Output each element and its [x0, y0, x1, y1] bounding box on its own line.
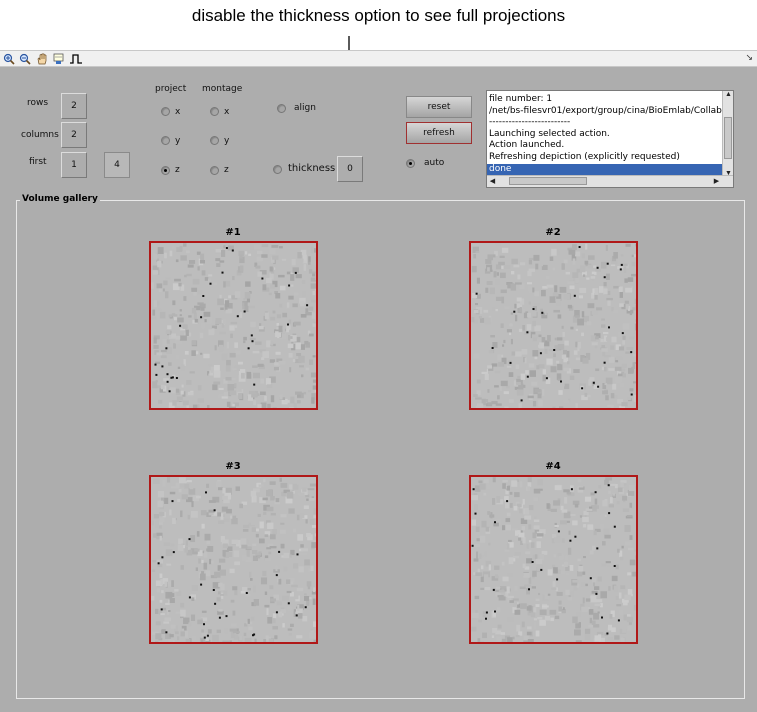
project-x-radio[interactable]: [161, 107, 170, 116]
tile-2-image[interactable]: [469, 241, 638, 410]
micrograph-texture: [151, 477, 316, 642]
figure-toolbar: ↘: [0, 50, 757, 67]
log-horizontal-thumb[interactable]: [509, 177, 587, 185]
reset-button[interactable]: reset: [406, 96, 472, 118]
montage-z-radio[interactable]: [210, 166, 219, 175]
tile-3-image[interactable]: [149, 475, 318, 644]
tile-4-label: #4: [545, 461, 561, 472]
thickness-checkbox[interactable]: [273, 165, 282, 174]
zoom-out-icon[interactable]: [19, 53, 31, 65]
scroll-up-icon[interactable]: ▲: [723, 91, 733, 98]
pan-icon[interactable]: [36, 53, 48, 65]
application-window: ↘ rows 2 columns 2 first 1 4 project x y…: [0, 50, 757, 712]
align-label: align: [294, 103, 316, 113]
log-line: Refreshing depiction (explicitly request…: [489, 151, 680, 162]
montage-header: montage: [202, 84, 243, 94]
scroll-left-icon[interactable]: ◀: [487, 177, 498, 185]
align-checkbox[interactable]: [277, 104, 286, 113]
first-input[interactable]: 1: [61, 152, 87, 178]
project-z-label: z: [175, 165, 180, 175]
log-vertical-scrollbar[interactable]: ▲ ▼: [722, 91, 733, 177]
auto-radio[interactable]: [406, 159, 415, 168]
log-lines: file number: 1 /net/bs-filesvr01/export/…: [487, 94, 732, 176]
tile-1-image[interactable]: [149, 241, 318, 410]
log-line: /net/bs-filesvr01/export/group/cina/BioE…: [489, 105, 732, 116]
rows-label: rows: [27, 98, 49, 108]
montage-x-radio[interactable]: [210, 107, 219, 116]
log-line: Action launched.: [489, 140, 565, 151]
volume-gallery: Volume gallery #1 #2 #3 #4: [16, 194, 745, 699]
tile-3-label: #3: [225, 461, 241, 472]
refresh-button[interactable]: refresh: [406, 122, 472, 144]
project-y-radio[interactable]: [161, 136, 170, 145]
tile-1-label: #1: [225, 227, 241, 238]
thickness-input[interactable]: 0: [337, 156, 363, 182]
log-line: file number: 1: [489, 94, 553, 104]
columns-input[interactable]: 2: [61, 122, 87, 148]
annotation-text: disable the thickness option to see full…: [191, 6, 566, 25]
project-z-radio[interactable]: [161, 166, 170, 175]
micrograph-texture: [471, 243, 636, 408]
log-line: Launching selected action.: [489, 128, 610, 139]
micrograph-texture: [471, 477, 636, 642]
tile-4-image[interactable]: [469, 475, 638, 644]
montage-z-label: z: [224, 165, 229, 175]
log-line: -------------------------: [489, 117, 571, 128]
montage-x-label: x: [224, 107, 230, 117]
dock-icon[interactable]: ↘: [745, 52, 753, 63]
project-x-label: x: [175, 107, 181, 117]
log-listbox[interactable]: file number: 1 /net/bs-filesvr01/export/…: [486, 90, 734, 188]
montage-y-label: y: [224, 136, 230, 146]
log-horizontal-scrollbar[interactable]: ◀ ▶: [487, 175, 733, 187]
project-y-label: y: [175, 136, 181, 146]
micrograph-texture: [151, 243, 316, 408]
first-label: first: [29, 157, 47, 167]
project-header: project: [155, 84, 187, 94]
log-line-selected: done: [487, 163, 723, 176]
log-vertical-thumb[interactable]: [724, 117, 732, 159]
scroll-right-icon[interactable]: ▶: [711, 177, 722, 185]
thickness-label: thickness: [288, 163, 336, 174]
data-cursor-icon[interactable]: [53, 53, 65, 65]
montage-y-radio[interactable]: [210, 136, 219, 145]
columns-label: columns: [21, 130, 59, 140]
rows-input[interactable]: 2: [61, 93, 87, 119]
last-value: 4: [104, 152, 130, 178]
volume-gallery-title: Volume gallery: [20, 194, 100, 204]
pulse-icon[interactable]: [70, 53, 82, 65]
auto-label: auto: [424, 158, 445, 168]
zoom-in-icon[interactable]: [3, 53, 15, 65]
tile-2-label: #2: [545, 227, 561, 238]
